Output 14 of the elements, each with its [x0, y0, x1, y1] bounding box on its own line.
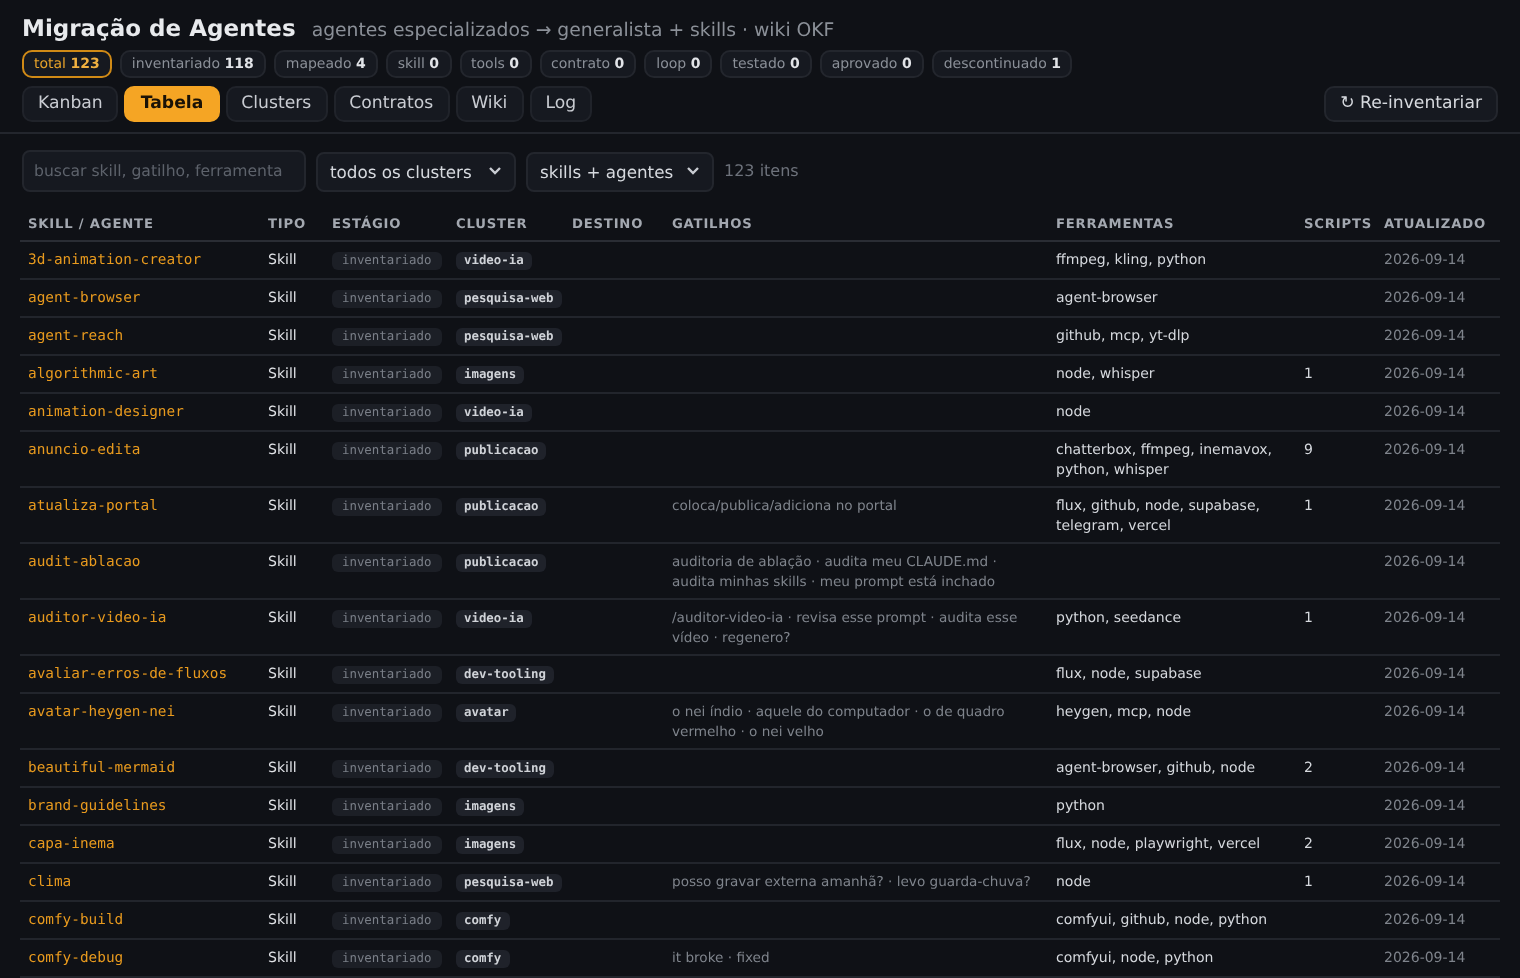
view-tab[interactable]: Kanban [22, 86, 119, 122]
cluster-select[interactable]: todos os clusters [316, 151, 516, 191]
app-title: Migração de Agentes [22, 14, 296, 42]
view-tab[interactable]: Clusters [225, 86, 328, 122]
chevron-icon [686, 166, 700, 176]
type-select[interactable]: skills + agentes [526, 151, 714, 191]
view-tab[interactable]: Tabela [124, 86, 220, 122]
item-count: 123 itens [724, 162, 799, 180]
view-tab[interactable]: Log [529, 86, 593, 122]
app-subtitle: agentes especializados → generalista + skills · wiki OKF [311, 20, 835, 42]
reinventory-button[interactable]: ↻ Re-inventariar [1324, 86, 1498, 122]
view-tab[interactable]: Contratos [333, 86, 450, 122]
view-tab[interactable]: Wiki [455, 86, 524, 122]
chevron-icon [488, 166, 502, 176]
